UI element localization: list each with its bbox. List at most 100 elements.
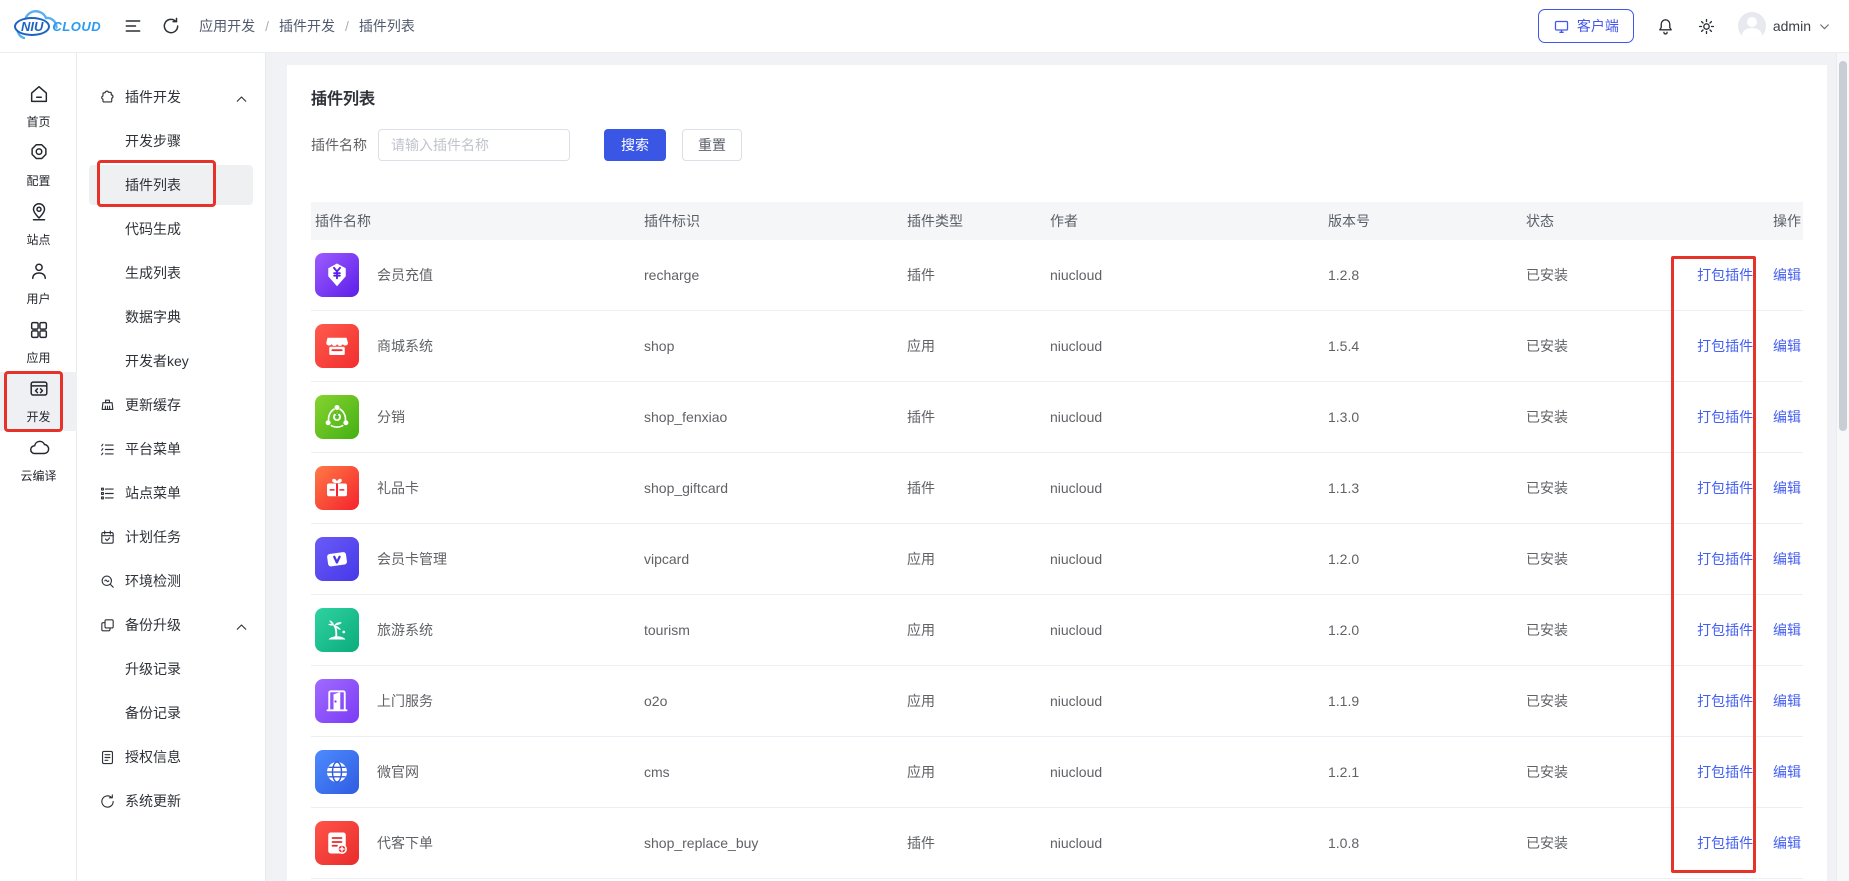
search-button[interactable]: 搜索 — [604, 129, 666, 161]
breadcrumb-item[interactable]: 插件开发 — [279, 16, 335, 36]
rail-item-首页[interactable]: 首页 — [0, 77, 77, 136]
plugin-author: niucloud — [1046, 524, 1324, 595]
rail-item-label: 开发 — [26, 408, 50, 425]
table-row: 礼品卡 shop_giftcard 插件 niucloud 1.1.3 已安装 … — [311, 453, 1803, 524]
plugin-author: niucloud — [1046, 240, 1324, 311]
sidebar-item-label: 开发步骤 — [125, 131, 181, 151]
plugin-author: niucloud — [1046, 311, 1324, 382]
edit-link[interactable]: 编辑 — [1773, 551, 1801, 567]
sidebar-item-label: 生成列表 — [125, 263, 181, 283]
plugin-name: 会员卡管理 — [377, 549, 447, 569]
sidebar-item-站点菜单[interactable]: 站点菜单 — [89, 473, 253, 513]
sidebar-item-环境检测[interactable]: 环境检测 — [89, 561, 253, 601]
notification-bell-icon[interactable] — [1656, 17, 1675, 36]
tourism-icon — [315, 608, 359, 652]
plugin-identifier: shop — [640, 311, 903, 382]
plugin-identifier: recharge — [640, 240, 903, 311]
sidebar-item-计划任务[interactable]: 计划任务 — [89, 517, 253, 557]
package-plugin-link[interactable]: 打包插件 — [1697, 409, 1753, 425]
giftcard-icon — [315, 466, 359, 510]
rail-item-开发[interactable]: 开发 — [0, 372, 77, 431]
package-plugin-link[interactable]: 打包插件 — [1697, 480, 1753, 496]
sidebar-item-label: 备份记录 — [125, 703, 181, 723]
edit-link[interactable]: 编辑 — [1773, 764, 1801, 780]
sidebar-item-系统更新[interactable]: 系统更新 — [89, 781, 253, 821]
config-icon — [28, 142, 50, 167]
package-plugin-link[interactable]: 打包插件 — [1697, 693, 1753, 709]
sidebar-item-插件开发[interactable]: 插件开发 — [89, 77, 253, 117]
app-icon — [28, 319, 50, 344]
package-plugin-link[interactable]: 打包插件 — [1697, 835, 1753, 851]
client-button[interactable]: 客户端 — [1538, 9, 1634, 43]
plugin-identifier: shop_replace_buy — [640, 808, 903, 879]
plugin-status: 已安装 — [1522, 311, 1672, 382]
env-check-icon — [99, 573, 125, 590]
edit-link[interactable]: 编辑 — [1773, 409, 1801, 425]
sidebar-item-label: 插件开发 — [125, 87, 181, 107]
plugin-name-input[interactable] — [378, 129, 570, 161]
sidebar-item-数据字典[interactable]: 数据字典 — [89, 297, 253, 337]
sidebar-item-插件列表[interactable]: 插件列表 — [89, 165, 253, 205]
plugin-status: 已安装 — [1522, 453, 1672, 524]
reset-button[interactable]: 重置 — [682, 129, 742, 161]
rail-item-应用[interactable]: 应用 — [0, 313, 77, 372]
package-plugin-link[interactable]: 打包插件 — [1697, 338, 1753, 354]
edit-link[interactable]: 编辑 — [1773, 480, 1801, 496]
package-plugin-link[interactable]: 打包插件 — [1697, 764, 1753, 780]
chevron-up-icon — [233, 91, 245, 103]
rail-item-站点[interactable]: 站点 — [0, 195, 77, 254]
rail-item-label: 配置 — [26, 172, 50, 189]
plugin-version: 1.1.3 — [1324, 453, 1522, 524]
plugin-author: niucloud — [1046, 737, 1324, 808]
sidebar-item-备份升级[interactable]: 备份升级 — [89, 605, 253, 645]
sidebar-item-开发者key[interactable]: 开发者key — [89, 341, 253, 381]
plugin-status: 已安装 — [1522, 595, 1672, 666]
refresh-icon[interactable] — [161, 16, 181, 36]
sidebar-item-授权信息[interactable]: 授权信息 — [89, 737, 253, 777]
scrollbar-thumb[interactable] — [1839, 61, 1847, 431]
sidebar-item-开发步骤[interactable]: 开发步骤 — [89, 121, 253, 161]
user-menu[interactable]: admin — [1738, 12, 1831, 40]
sidebar-item-代码生成[interactable]: 代码生成 — [89, 209, 253, 249]
rail-item-label: 站点 — [26, 231, 50, 248]
breadcrumb-item[interactable]: 插件列表 — [359, 16, 415, 36]
edit-link[interactable]: 编辑 — [1773, 622, 1801, 638]
breadcrumb-item[interactable]: 应用开发 — [199, 16, 255, 36]
sidebar-item-更新缓存[interactable]: 更新缓存 — [89, 385, 253, 425]
package-plugin-link[interactable]: 打包插件 — [1697, 622, 1753, 638]
column-header-版本号: 版本号 — [1324, 202, 1522, 240]
rail-item-label: 首页 — [26, 113, 50, 130]
edit-link[interactable]: 编辑 — [1773, 835, 1801, 851]
plugin-type: 应用 — [903, 311, 1046, 382]
rail-item-用户[interactable]: 用户 — [0, 254, 77, 313]
package-plugin-link[interactable]: 打包插件 — [1697, 551, 1753, 567]
schedule-icon — [99, 529, 125, 546]
rail-item-配置[interactable]: 配置 — [0, 136, 77, 195]
column-header-状态: 状态 — [1522, 202, 1672, 240]
rail-item-云编译[interactable]: 云编译 — [0, 431, 77, 490]
settings-gear-icon[interactable] — [1697, 17, 1716, 36]
plugin-name: 分销 — [377, 407, 405, 427]
sidebar-item-生成列表[interactable]: 生成列表 — [89, 253, 253, 293]
search-form: 插件名称 搜索 重置 — [311, 129, 1803, 161]
sidebar-item-备份记录[interactable]: 备份记录 — [89, 693, 253, 733]
edit-link[interactable]: 编辑 — [1773, 267, 1801, 283]
page-scrollbar — [1836, 53, 1849, 881]
plugin-identifier: tourism — [640, 595, 903, 666]
logo-niu-text: NIU — [14, 17, 50, 36]
sidebar-item-平台菜单[interactable]: 平台菜单 — [89, 429, 253, 469]
chevron-down-icon — [1818, 20, 1831, 33]
collapse-sidebar-icon[interactable] — [123, 16, 143, 36]
sidebar-item-升级记录[interactable]: 升级记录 — [89, 649, 253, 689]
package-plugin-link[interactable]: 打包插件 — [1697, 267, 1753, 283]
edit-link[interactable]: 编辑 — [1773, 338, 1801, 354]
niucloud-logo[interactable]: NIU CLOUD — [14, 17, 101, 36]
edit-link[interactable]: 编辑 — [1773, 693, 1801, 709]
plugin-version: 1.3.0 — [1324, 382, 1522, 453]
plugin-identifier: shop_fenxiao — [640, 382, 903, 453]
recharge-icon — [315, 253, 359, 297]
sidebar-item-label: 插件列表 — [125, 175, 181, 195]
vipcard-icon — [315, 537, 359, 581]
sidebar-item-label: 升级记录 — [125, 659, 181, 679]
column-header-操作: 操作 — [1672, 202, 1803, 240]
